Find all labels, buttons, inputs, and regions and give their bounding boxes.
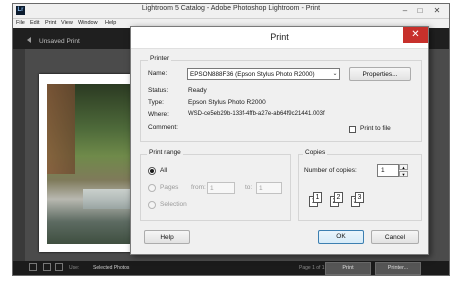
print-range-title: Print range xyxy=(147,149,183,156)
all-label: All xyxy=(160,167,168,174)
type-value: Epson Stylus Photo R2000 xyxy=(188,99,266,106)
to-label: to: xyxy=(245,184,253,191)
menu-window[interactable]: Window xyxy=(78,19,98,28)
menu-print[interactable]: Print xyxy=(45,19,56,28)
copies-input[interactable]: 1 xyxy=(377,164,399,177)
photo-rock-face xyxy=(47,84,75,174)
dialog-title: Print xyxy=(270,32,289,42)
spin-down-icon[interactable]: ▼ xyxy=(399,171,408,177)
spin-up-icon[interactable]: ▲ xyxy=(399,164,408,170)
print-dialog: Print ✕ Printer Name: EPSON888F36 (Epson… xyxy=(130,26,429,255)
printer-button[interactable]: Printer... xyxy=(375,262,421,275)
menu-view[interactable]: View xyxy=(61,19,73,28)
collapse-panel-icon[interactable] xyxy=(27,37,31,43)
print-button[interactable]: Print xyxy=(325,262,371,275)
menu-edit[interactable]: Edit xyxy=(30,19,39,28)
maximize-icon[interactable]: □ xyxy=(414,5,426,16)
collate-page: 3 xyxy=(355,192,364,203)
pages-label: Pages xyxy=(160,184,179,191)
lightroom-titlebar: Lr Lightroom 5 Catalog - Adobe Photoshop… xyxy=(13,4,449,19)
collate-page: 2 xyxy=(334,192,343,203)
all-radio-dot xyxy=(150,169,154,173)
selection-radio[interactable] xyxy=(148,201,156,209)
window-title: Lightroom 5 Catalog - Adobe Photoshop Li… xyxy=(141,5,321,12)
help-button[interactable]: Help xyxy=(144,230,190,244)
close-icon[interactable]: ✕ xyxy=(403,27,428,43)
page-info: Page 1 of 1 xyxy=(299,265,325,271)
to-input[interactable]: 1 xyxy=(256,182,282,194)
copies-title: Copies xyxy=(303,149,328,156)
menu-help[interactable]: Help xyxy=(105,19,116,28)
print-to-file-checkbox[interactable] xyxy=(349,126,356,133)
minimize-icon[interactable]: – xyxy=(399,5,411,16)
pages-radio[interactable] xyxy=(148,184,156,192)
selection-label: Selection xyxy=(160,201,187,208)
first-page-icon[interactable] xyxy=(43,263,51,271)
print-to-file-label: Print to file xyxy=(360,125,391,132)
name-label: Name: xyxy=(148,70,168,77)
dialog-titlebar: Print ✕ xyxy=(131,27,428,49)
printer-name-select[interactable]: EPSON888F36 (Epson Stylus Photo R2000) xyxy=(187,68,340,80)
chevron-down-icon[interactable]: ⌄ xyxy=(330,68,340,80)
type-label: Type: xyxy=(148,99,164,106)
status-value: Ready xyxy=(188,87,207,94)
previous-page-icon[interactable] xyxy=(55,263,63,271)
collection-title: Unsaved Print xyxy=(39,38,80,45)
menu-file[interactable]: File xyxy=(16,19,25,28)
from-input[interactable]: 1 xyxy=(207,182,235,194)
collate-page: 1 xyxy=(313,192,322,203)
where-value: WSD-ce5eb29b-133f-4ffb-a27e-ab64f9c21441… xyxy=(188,111,325,117)
comment-label: Comment: xyxy=(148,124,178,131)
properties-button[interactable]: Properties... xyxy=(349,67,411,81)
cancel-button[interactable]: Cancel xyxy=(371,230,419,244)
status-label: Status: xyxy=(148,87,169,94)
where-label: Where: xyxy=(148,111,169,118)
ok-button[interactable]: OK xyxy=(318,230,364,244)
close-window-icon[interactable]: ✕ xyxy=(431,5,443,16)
from-label: from: xyxy=(191,184,206,191)
page-view-icon[interactable] xyxy=(29,263,37,271)
left-panel xyxy=(13,49,25,261)
number-of-copies-label: Number of copies: xyxy=(304,167,357,174)
use-label: Use: xyxy=(69,265,80,271)
use-dropdown[interactable]: Selected Photos xyxy=(93,265,129,271)
printer-group-title: Printer xyxy=(148,55,172,62)
